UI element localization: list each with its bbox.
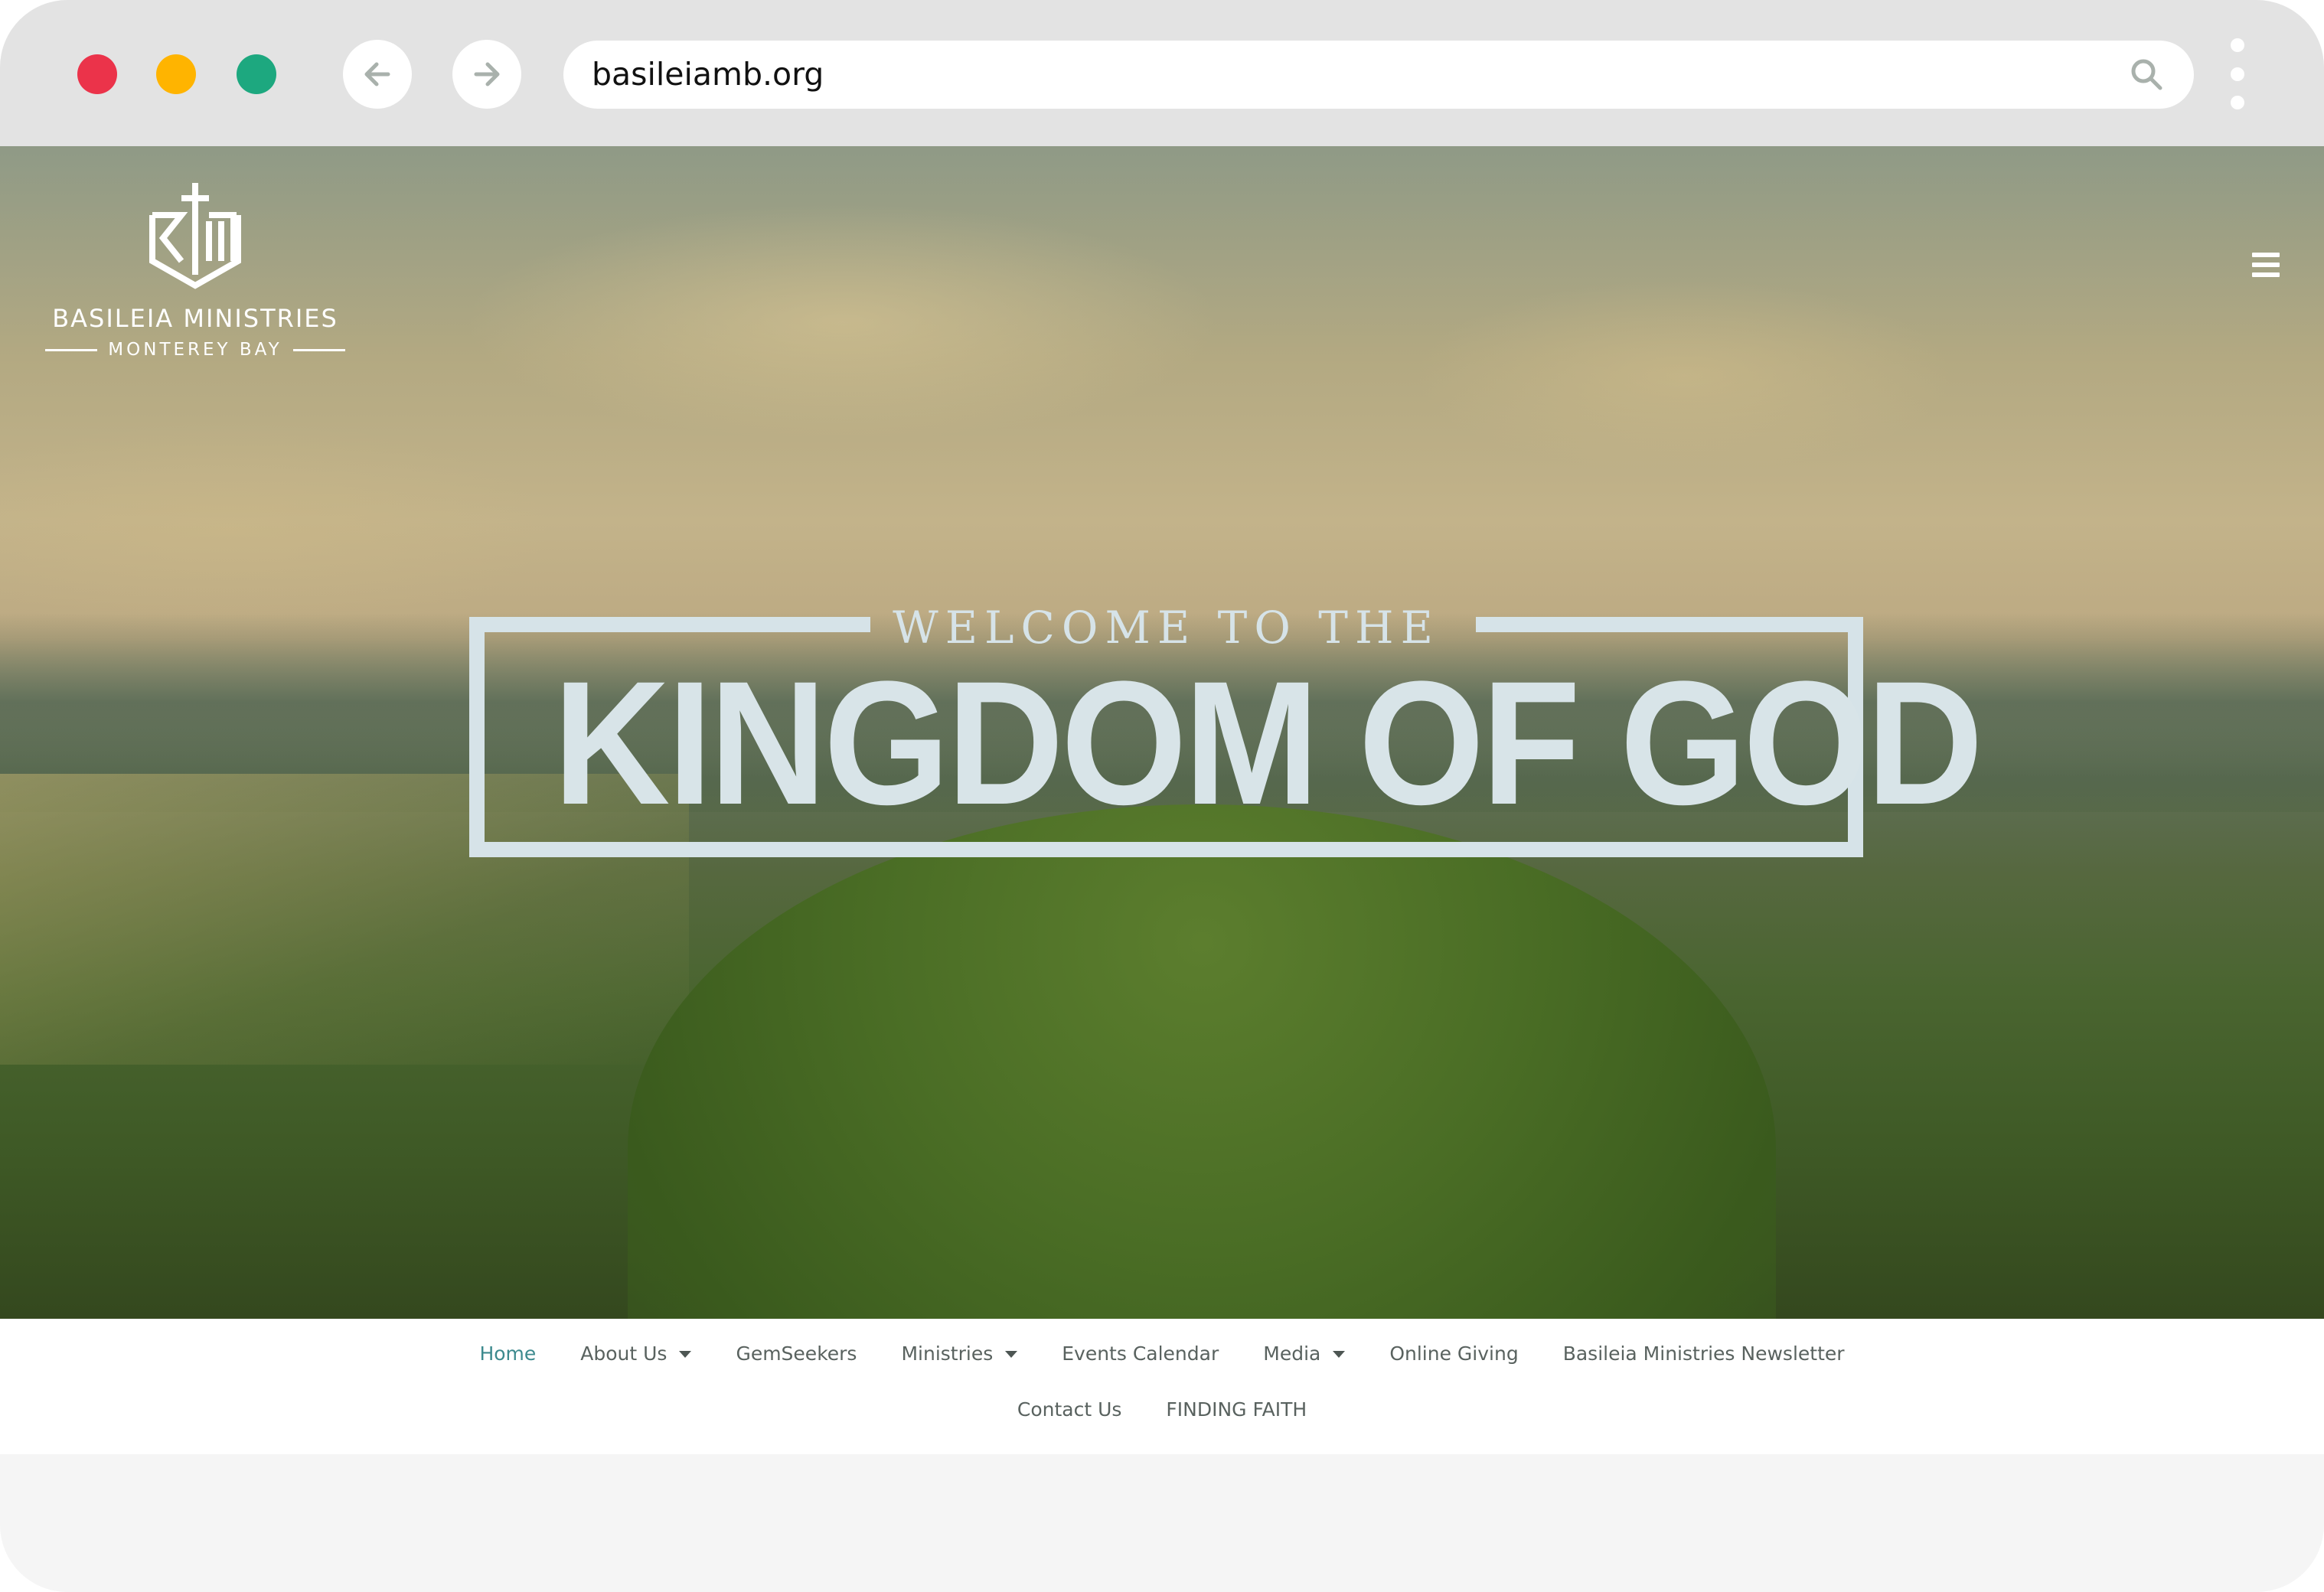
nav-label: Events Calendar: [1062, 1342, 1219, 1365]
hamburger-bar: [2252, 272, 2280, 277]
nav-item-home[interactable]: Home: [479, 1338, 536, 1369]
hamburger-bar: [2252, 263, 2280, 267]
nav-item-gemseekers[interactable]: GemSeekers: [736, 1338, 857, 1369]
nav-item-online-giving[interactable]: Online Giving: [1389, 1338, 1518, 1369]
btm-cross-shield-icon: [149, 183, 241, 289]
close-window-button[interactable]: [77, 54, 117, 94]
menu-dot: [2231, 67, 2244, 81]
maximize-window-button[interactable]: [237, 54, 276, 94]
nav-row-secondary: Contact Us FINDING FAITH: [0, 1394, 2324, 1424]
nav-item-finding-faith[interactable]: FINDING FAITH: [1166, 1394, 1307, 1424]
back-button[interactable]: [343, 40, 412, 109]
site-navigation: Home About Us GemSeekers Ministries Even…: [0, 1319, 2324, 1454]
nav-label: About Us: [580, 1342, 667, 1365]
forward-button[interactable]: [452, 40, 521, 109]
address-bar[interactable]: basileiamb.org: [563, 41, 2194, 109]
frame-bottom: [469, 842, 1863, 857]
logo-rule-left: [45, 348, 98, 351]
logo-rule-right: [292, 348, 345, 351]
menu-dot: [2231, 38, 2244, 52]
logo-subtitle: MONTEREY BAY: [108, 340, 282, 360]
nav-item-ministries[interactable]: Ministries: [901, 1338, 1018, 1369]
hero-banner: BASILEIA MINISTRIES MONTEREY BAY WELCOME…: [0, 146, 2324, 1319]
nav-label: Basileia Ministries Newsletter: [1562, 1342, 1845, 1365]
nav-item-media[interactable]: Media: [1263, 1338, 1346, 1369]
caret-down-icon: [1005, 1351, 1018, 1358]
nav-item-about-us[interactable]: About Us: [580, 1338, 692, 1369]
hero-title-frame: WELCOME TO THE KINGDOM OF GOD: [469, 602, 1983, 857]
hamburger-bar: [2252, 253, 2280, 257]
page-content-area: [0, 1454, 2324, 1592]
minimize-window-button[interactable]: [156, 54, 196, 94]
nav-item-contact-us[interactable]: Contact Us: [1017, 1394, 1122, 1424]
browser-toolbar: basileiamb.org: [0, 0, 2324, 146]
nav-item-newsletter[interactable]: Basileia Ministries Newsletter: [1563, 1338, 1845, 1369]
kebab-menu-icon[interactable]: [2230, 38, 2245, 112]
logo-subtitle-row: MONTEREY BAY: [44, 338, 346, 361]
nav-row-primary: Home About Us GemSeekers Ministries Even…: [0, 1338, 2324, 1369]
nav-label: FINDING FAITH: [1166, 1398, 1307, 1421]
hamburger-menu-icon[interactable]: [2252, 253, 2280, 277]
caret-down-icon: [1333, 1351, 1346, 1358]
menu-dot: [2231, 96, 2244, 109]
nav-item-events-calendar[interactable]: Events Calendar: [1062, 1338, 1219, 1369]
arrow-right-icon: [474, 62, 500, 86]
nav-label: Contact Us: [1017, 1398, 1122, 1421]
caret-down-icon: [679, 1351, 692, 1358]
search-icon[interactable]: [2128, 56, 2166, 94]
nav-label: Online Giving: [1389, 1342, 1519, 1365]
hero-hill: [628, 804, 1776, 1319]
site-logo[interactable]: BASILEIA MINISTRIES MONTEREY BAY: [44, 181, 346, 360]
nav-label: GemSeekers: [736, 1342, 857, 1365]
hero-headline: KINGDOM OF GOD: [553, 644, 1983, 841]
logo-name: BASILEIA MINISTRIES: [52, 304, 338, 333]
nav-label: Ministries: [901, 1342, 994, 1365]
url-text[interactable]: basileiamb.org: [592, 41, 824, 109]
nav-label: Media: [1263, 1342, 1321, 1365]
arrow-left-icon: [364, 62, 390, 86]
nav-label: Home: [479, 1342, 537, 1365]
browser-window: basileiamb.org BASILEIA MINISTRIES MONTE…: [0, 0, 2324, 1592]
